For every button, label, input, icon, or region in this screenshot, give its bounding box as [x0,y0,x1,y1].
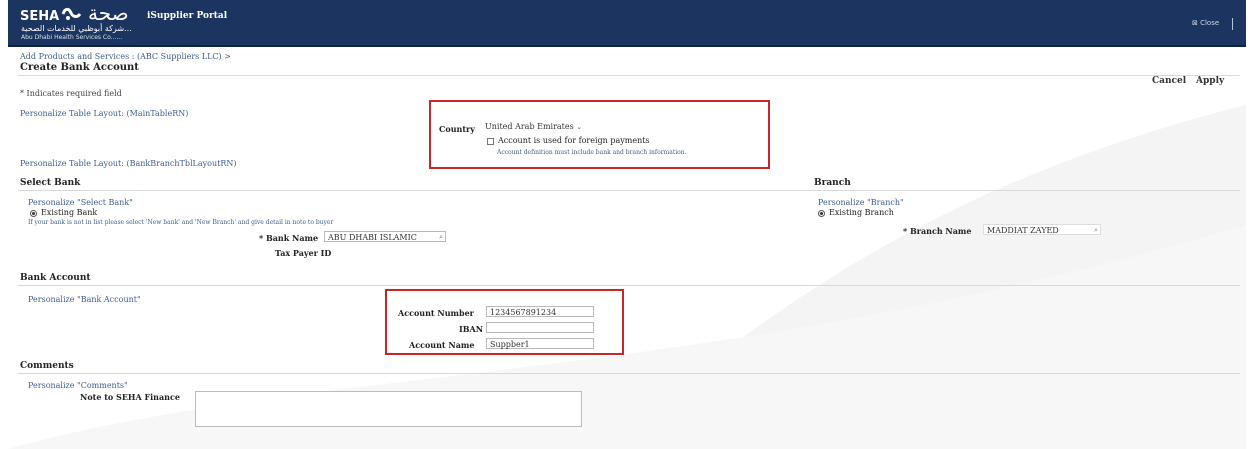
existing-bank-label: Existing Bank [41,208,98,217]
close-label: Close [1200,19,1220,27]
tax-payer-id-label: Tax Payer ID [275,248,332,258]
brand-english-subtitle: Abu Dhabi Health Services Co...... [21,34,123,41]
existing-branch-radio[interactable] [818,210,825,217]
country-select-value: United Arab Emirates [485,122,574,131]
required-field-note: * Indicates required field [20,89,122,98]
brand-arabic-subtitle: شركة أبوظبي للخدمات الصحية... [21,24,132,33]
close-link[interactable]: ⊠ Close [1192,19,1219,27]
account-number-input[interactable]: 1234567891234 [486,306,594,317]
personalize-branch-link[interactable]: Personalize "Branch" [818,198,904,207]
new-bank-note: If your bank is not in list please selec… [28,219,334,226]
branch-name-value: MADDIAT ZAYED [987,226,1059,235]
portal-title: iSupplier Portal [147,11,228,21]
account-number-label: Account Number [398,308,474,318]
personalize-main-table-link[interactable]: Personalize Table Layout: (MainTableRN) [20,109,188,118]
note-to-finance-label: Note to SEHA Finance [80,392,180,402]
branch-name-input[interactable]: MADDIAT ZAYED ⌕ [983,224,1101,235]
personalize-bank-account-link[interactable]: Personalize "Bank Account" [28,295,141,304]
bank-name-label: * Bank Name [259,233,319,243]
account-name-value: Suppber1 [490,340,530,349]
iban-label: IBAN [459,324,484,334]
chevron-down-icon: ⌄ [576,123,583,131]
comments-heading: Comments [20,361,74,371]
app-header: SEHA صحة iSupplier Portal شركة أبوظبي لل… [8,0,1246,47]
personalize-comments-link[interactable]: Personalize "Comments" [28,381,128,390]
bank-account-heading: Bank Account [20,273,91,283]
bank-name-value: ABU DHABI ISLAMIC [328,233,417,242]
existing-branch-label: Existing Branch [829,208,894,217]
personalize-select-bank-link[interactable]: Personalize "Select Bank" [28,198,133,207]
personalize-branch-table-link[interactable]: Personalize Table Layout: (BankBranchTbl… [20,159,236,168]
account-name-input[interactable]: Suppber1 [486,338,594,349]
branch-name-label: * Branch Name [903,226,972,236]
brand-logo-text: SEHA [20,9,60,24]
select-bank-divider [18,190,1240,191]
page-title: Create Bank Account [20,62,139,73]
note-to-finance-textarea[interactable] [195,391,582,427]
country-select[interactable]: United Arab Emirates ⌄ [482,121,600,132]
country-label: Country [439,124,475,134]
apply-button[interactable]: Apply [1196,76,1224,86]
seha-logo-icon [61,7,82,20]
cancel-button[interactable]: Cancel [1152,76,1186,86]
iban-input[interactable] [486,322,594,333]
account-number-value: 1234567891234 [490,308,557,317]
select-bank-heading: Select Bank [20,178,81,188]
comments-divider [18,373,1240,374]
bank-account-divider [18,285,1240,286]
search-icon[interactable]: ⌕ [439,232,443,243]
header-separator [1232,18,1233,30]
existing-bank-radio[interactable] [30,210,37,217]
breadcrumb[interactable]: Add Products and Services : (ABC Supplie… [20,52,231,61]
country-highlight-box [429,100,770,169]
account-name-label: Account Name [409,340,475,350]
foreign-payments-label: Account is used for foreign payments [498,136,650,145]
bank-name-input[interactable]: ABU DHABI ISLAMIC ⌕ [324,231,446,242]
brand-logo-arabic: صحة [88,1,129,25]
foreign-payments-checkbox[interactable] [487,138,494,145]
title-divider [18,75,1240,76]
bank-branch-hint: Account definition must include bank and… [497,149,687,156]
search-icon[interactable]: ⌕ [1094,225,1098,236]
branch-heading: Branch [814,178,851,188]
